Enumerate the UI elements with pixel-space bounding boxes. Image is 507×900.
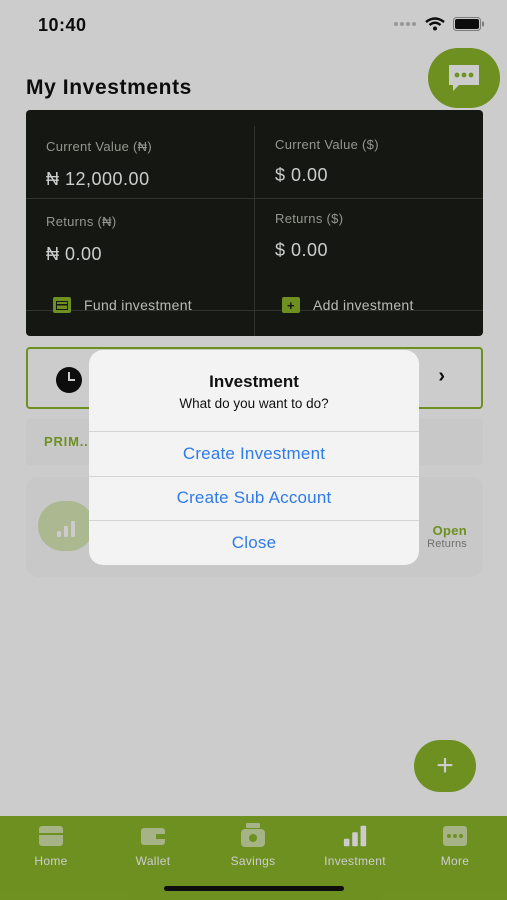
create-investment-button[interactable]: Create Investment xyxy=(89,431,419,476)
create-sub-account-button[interactable]: Create Sub Account xyxy=(89,475,419,521)
investment-action-dialog: Investment What do you want to do? Creat… xyxy=(89,350,419,565)
close-button[interactable]: Close xyxy=(89,520,419,565)
dialog-title: Investment xyxy=(209,372,299,391)
dialog-message: What do you want to do? xyxy=(179,396,329,411)
dialog-header: Investment What do you want to do? xyxy=(89,350,419,431)
